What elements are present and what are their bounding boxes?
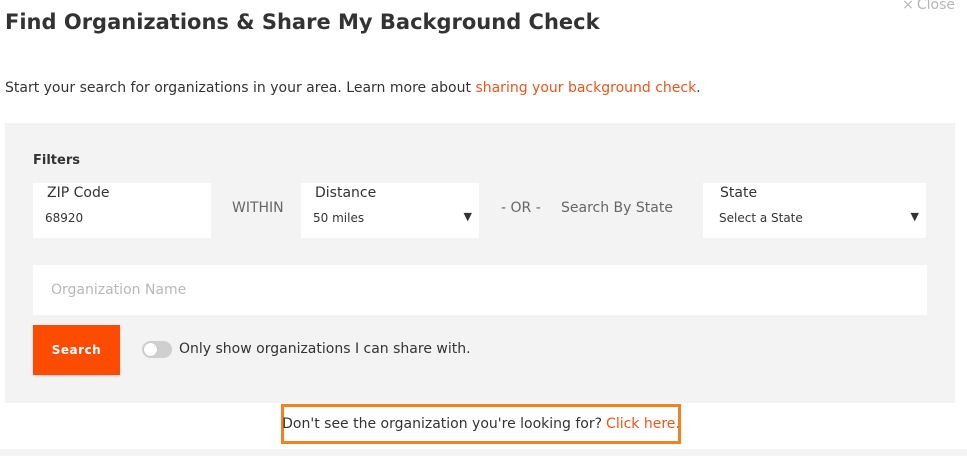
search-button[interactable]: Search: [33, 325, 120, 375]
distance-value: 50 miles: [313, 211, 365, 225]
share-toggle-label: Only show organizations I can share with…: [179, 341, 471, 357]
zip-code-value[interactable]: 68920: [45, 211, 83, 225]
state-label: State: [720, 185, 758, 201]
close-button[interactable]: × Close: [902, 0, 955, 13]
caret-down-icon: ▼: [910, 210, 919, 223]
zip-code-field[interactable]: ZIP Code 68920: [33, 183, 211, 238]
dialog-title: Find Organizations & Share My Background…: [5, 10, 600, 34]
intro-text-suffix: .: [696, 80, 701, 96]
toggle-knob: [144, 343, 157, 356]
filters-panel: Filters ZIP Code 68920 WITHIN Distance 5…: [5, 123, 955, 403]
search-by-state-label: Search By State: [561, 200, 673, 216]
intro-text: Start your search for organizations in y…: [5, 80, 701, 96]
within-label: WITHIN: [232, 200, 284, 216]
or-separator: - OR -: [501, 200, 541, 216]
caret-down-icon: ▼: [463, 210, 472, 223]
organization-name-input[interactable]: [33, 265, 927, 315]
not-found-prompt: Don't see the organization you're lookin…: [282, 416, 603, 432]
intro-text-body: Start your search for organizations in y…: [5, 80, 476, 96]
bottom-strip: [0, 449, 967, 456]
close-label: Close: [916, 0, 955, 13]
distance-select[interactable]: Distance 50 miles ▼: [301, 183, 479, 238]
not-found-box: Don't see the organization you're lookin…: [281, 404, 681, 444]
state-value: Select a State: [719, 211, 803, 225]
distance-label: Distance: [315, 185, 377, 201]
filters-heading: Filters: [33, 153, 80, 168]
click-here-link[interactable]: Click here.: [606, 416, 680, 432]
share-toggle[interactable]: [142, 341, 172, 358]
sharing-background-check-link[interactable]: sharing your background check: [475, 80, 696, 96]
close-icon: ×: [902, 0, 914, 13]
state-select[interactable]: State Select a State ▼: [703, 183, 926, 238]
zip-code-label: ZIP Code: [47, 185, 110, 201]
